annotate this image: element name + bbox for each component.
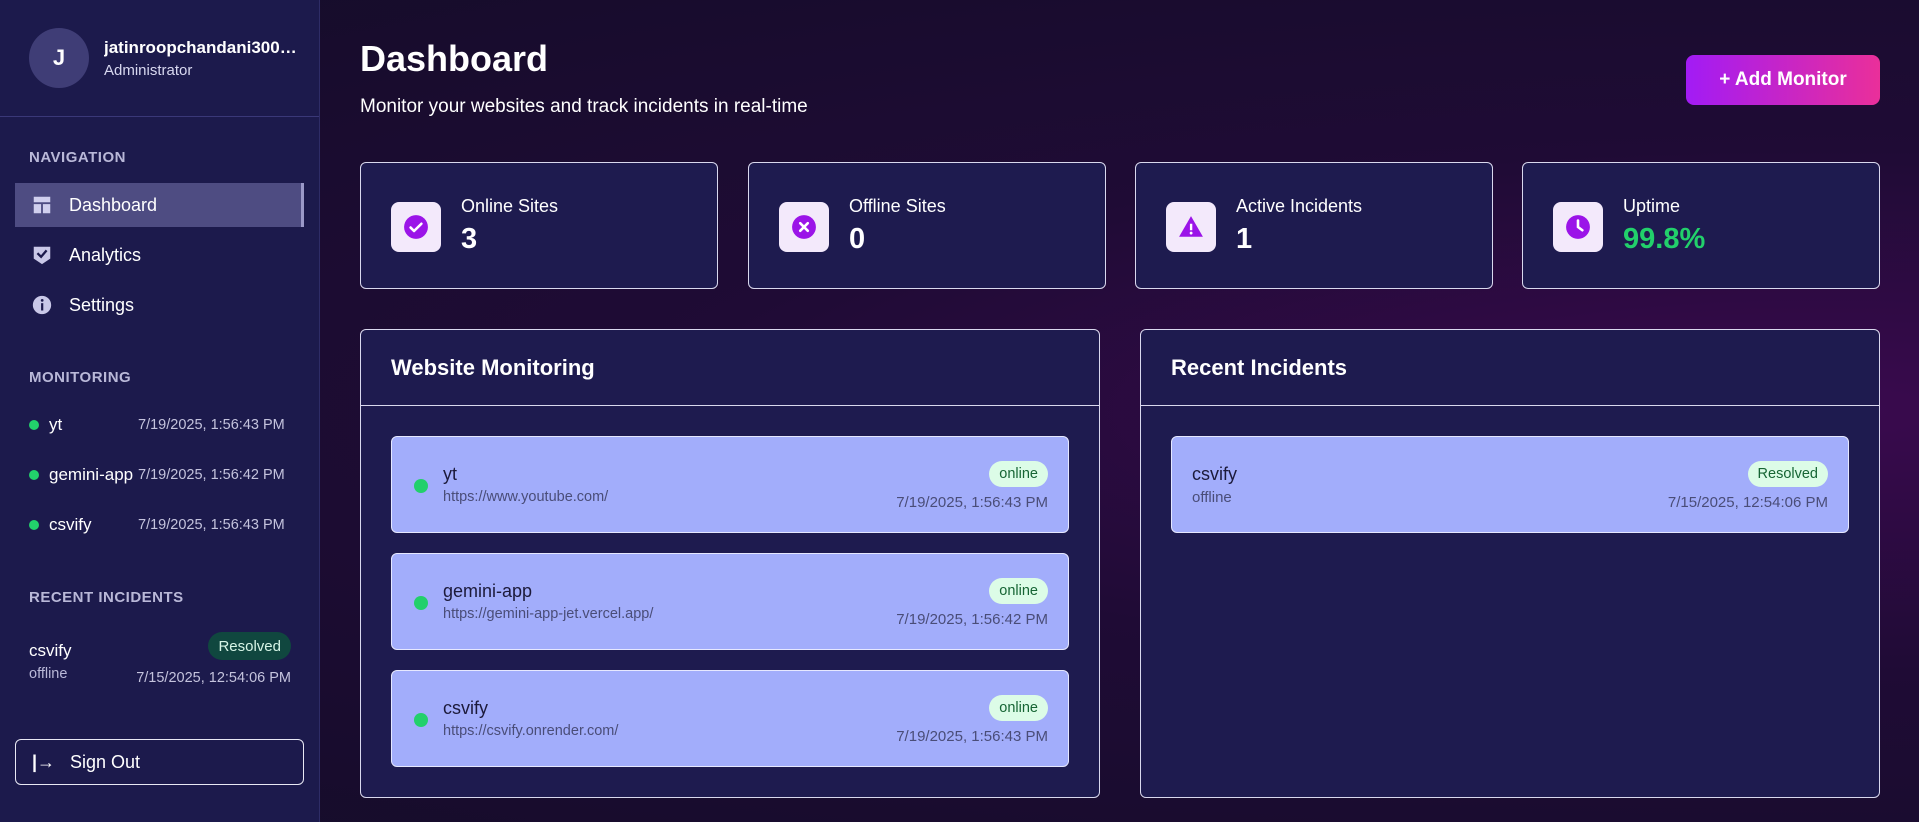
status-badge: online (989, 578, 1048, 604)
status-dot (414, 596, 428, 610)
site-card-gemini-app[interactable]: gemini-app https://gemini-app-jet.vercel… (391, 553, 1069, 650)
site-name: gemini-app (443, 581, 533, 601)
page-subtitle: Monitor your websites and track incident… (360, 96, 808, 117)
dashboard-icon (31, 194, 53, 216)
avatar: J (29, 28, 89, 88)
panel-title: Recent Incidents (1141, 330, 1879, 406)
website-monitoring-panel: Website Monitoring yt https://www.youtub… (360, 329, 1100, 798)
stat-card-offline-sites: Offline Sites 0 (748, 162, 1106, 289)
monitor-item-yt[interactable]: yt 7/19/2025, 1:56:43 PM (29, 413, 291, 437)
user-name: jatinroopchandani300… (104, 37, 297, 57)
incident-status: offline (29, 666, 68, 682)
clock-icon (1553, 202, 1603, 252)
site-name: yt (443, 464, 458, 484)
monitor-name: yt (49, 415, 63, 434)
sidebar: J jatinroopchandani300… Administrator NA… (0, 0, 320, 822)
resolved-badge: Resolved (208, 632, 291, 660)
warning-icon (1166, 202, 1216, 252)
monitor-time: 7/19/2025, 1:56:42 PM (138, 467, 285, 483)
stat-value: 99.8% (1623, 223, 1706, 255)
site-url: https://www.youtube.com/ (443, 489, 609, 505)
status-badge: online (989, 695, 1048, 721)
stat-value: 0 (849, 223, 866, 255)
check-circle-icon (391, 202, 441, 252)
nav-section-title: NAVIGATION (29, 149, 126, 166)
site-url: https://gemini-app-jet.vercel.app/ (443, 606, 654, 622)
monitor-time: 7/19/2025, 1:56:43 PM (138, 517, 285, 533)
site-time: 7/19/2025, 1:56:43 PM (896, 728, 1048, 745)
nav-item-settings[interactable]: Settings (15, 283, 304, 327)
incident-time: 7/15/2025, 12:54:06 PM (1667, 494, 1828, 511)
incident-card-csvify[interactable]: csvify offline Resolved 7/15/2025, 12:54… (1171, 436, 1849, 533)
stat-label: Uptime (1623, 196, 1681, 216)
recent-incidents-panel: Recent Incidents csvify offline Resolved… (1140, 329, 1880, 798)
info-icon (31, 294, 53, 316)
status-dot (29, 420, 39, 430)
stat-label: Active Incidents (1236, 196, 1363, 216)
status-dot (29, 520, 39, 530)
incident-time: 7/15/2025, 12:54:06 PM (136, 670, 291, 686)
user-profile: J jatinroopchandani300… Administrator (0, 0, 319, 117)
sign-out-label: Sign Out (70, 751, 141, 772)
incident-name: csvify (1192, 464, 1237, 484)
analytics-icon (31, 244, 53, 266)
nav-item-dashboard[interactable]: Dashboard (15, 183, 304, 227)
monitor-item-gemini-app[interactable]: gemini-app 7/19/2025, 1:56:42 PM (29, 463, 291, 487)
monitoring-section-title: MONITORING (29, 369, 132, 386)
site-time: 7/19/2025, 1:56:42 PM (896, 611, 1048, 628)
status-dot (414, 479, 428, 493)
site-card-csvify[interactable]: csvify https://csvify.onrender.com/ onli… (391, 670, 1069, 767)
resolved-badge: Resolved (1747, 461, 1828, 487)
monitor-time: 7/19/2025, 1:56:43 PM (138, 417, 285, 433)
monitor-name: csvify (49, 515, 92, 534)
site-name: csvify (443, 698, 488, 718)
sidebar-incident-item[interactable]: csvify offline Resolved 7/15/2025, 12:54… (29, 632, 291, 688)
incidents-section-title: RECENT INCIDENTS (29, 589, 184, 606)
stat-value: 1 (1236, 223, 1253, 255)
user-role: Administrator (104, 61, 193, 79)
stat-card-online-sites: Online Sites 3 (360, 162, 718, 289)
sign-out-button[interactable]: |→ Sign Out (15, 739, 304, 785)
x-circle-icon (779, 202, 829, 252)
site-time: 7/19/2025, 1:56:43 PM (896, 494, 1048, 511)
stat-card-active-incidents: Active Incidents 1 (1135, 162, 1493, 289)
status-dot (29, 470, 39, 480)
site-url: https://csvify.onrender.com/ (443, 723, 619, 739)
nav-item-label: Settings (69, 294, 135, 315)
status-badge: online (989, 461, 1048, 487)
stat-label: Online Sites (461, 196, 559, 216)
nav-item-analytics[interactable]: Analytics (15, 233, 304, 277)
monitor-name: gemini-app (49, 465, 134, 484)
stat-card-uptime: Uptime 99.8% (1522, 162, 1880, 289)
add-monitor-button[interactable]: + Add Monitor (1686, 55, 1880, 105)
stat-label: Offline Sites (849, 196, 946, 216)
page-title: Dashboard (360, 38, 549, 79)
nav-item-label: Analytics (69, 244, 142, 265)
panel-title: Website Monitoring (361, 330, 1099, 406)
incident-name: csvify (29, 641, 72, 660)
nav-item-label: Dashboard (69, 194, 158, 215)
site-card-yt[interactable]: yt https://www.youtube.com/ online 7/19/… (391, 436, 1069, 533)
monitor-item-csvify[interactable]: csvify 7/19/2025, 1:56:43 PM (29, 513, 291, 537)
status-dot (414, 713, 428, 727)
incident-status: offline (1192, 489, 1232, 506)
stat-value: 3 (461, 223, 478, 255)
sign-out-icon: |→ (32, 751, 56, 772)
